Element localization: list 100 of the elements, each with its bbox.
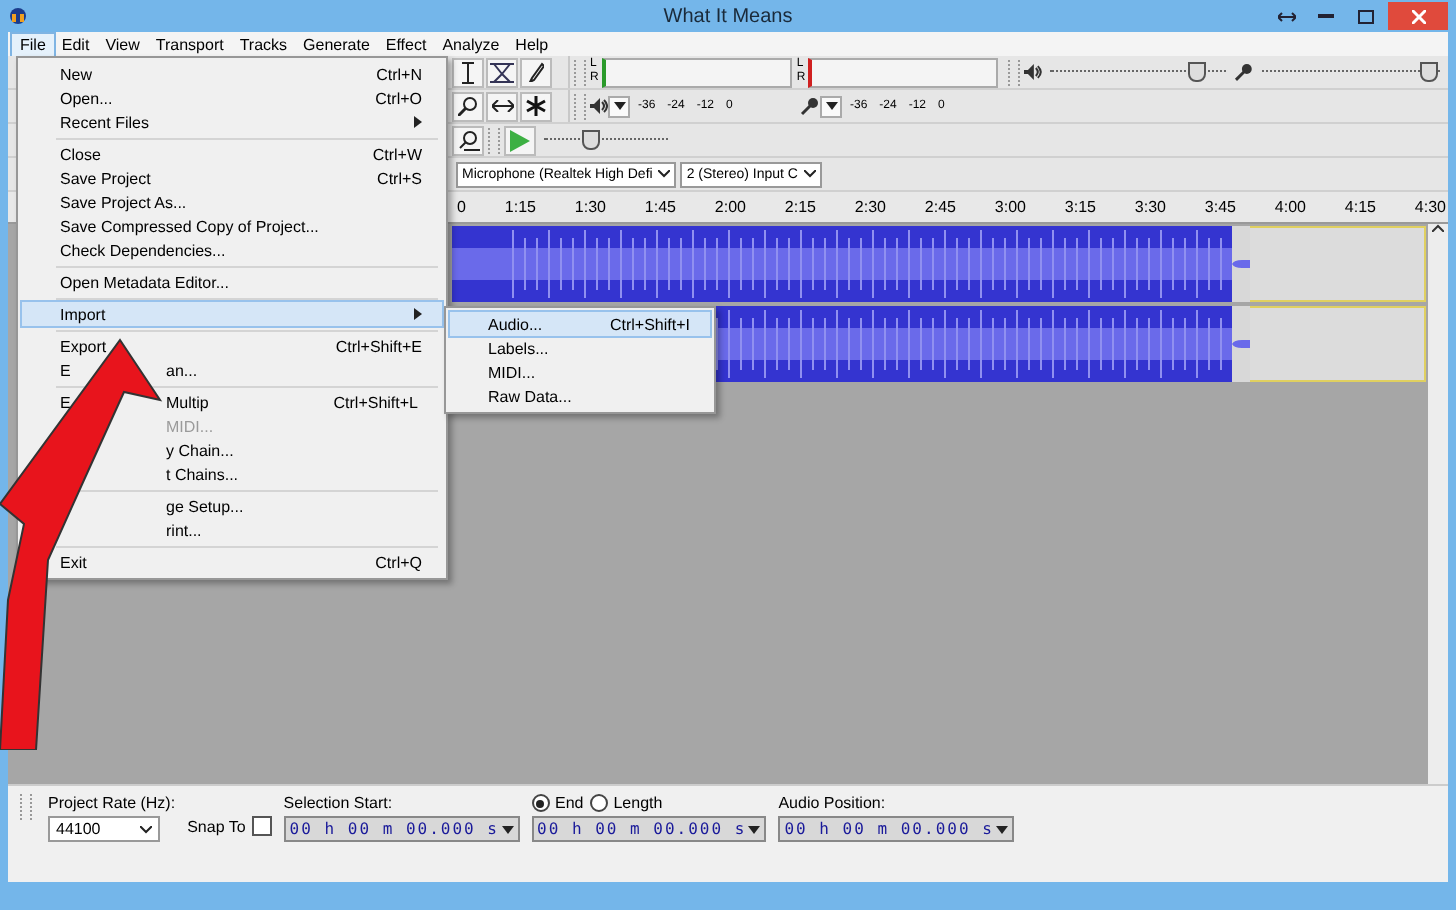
menu-item[interactable]: Close Ctrl+W [60, 142, 442, 166]
time-label: 1:45 [642, 198, 676, 216]
menu-title[interactable]: Generate [295, 33, 378, 55]
time-field[interactable]: 00 h 00 m 00.000 s [778, 816, 1014, 842]
close-icon [1411, 9, 1425, 23]
close-button[interactable] [1388, 2, 1448, 30]
menu-title[interactable]: Effect [377, 33, 435, 55]
envelope-tool-button[interactable] [486, 57, 518, 87]
selection-tool-button[interactable] [452, 57, 484, 87]
snap-to-checkbox[interactable] [251, 816, 272, 836]
menu-item[interactable]: Open Metadata Editor... [60, 270, 442, 294]
microphone-icon [1234, 62, 1255, 82]
envelope-tool-icon [490, 61, 514, 83]
scrollbar[interactable] [1428, 224, 1448, 784]
menu-item[interactable]: New Ctrl+N [60, 62, 442, 86]
menu-item[interactable]: ge Setup... [166, 494, 438, 518]
time-label: 4:30 [1412, 198, 1446, 216]
caret-icon [748, 825, 761, 833]
input-volume-slider[interactable] [1419, 62, 1438, 82]
menu-item[interactable]: Export Ctrl+Shift+E [60, 334, 442, 358]
menu-title[interactable]: File [12, 33, 54, 55]
radio-button[interactable] [531, 794, 549, 812]
time-label: 3:45 [1202, 198, 1236, 216]
project-rate-select[interactable]: 44100 [48, 816, 160, 842]
menu-item[interactable]: rint... [166, 518, 438, 542]
snap-to-label: Snap To [187, 817, 246, 835]
menu-title[interactable]: Edit [53, 33, 98, 55]
text-cursor-icon [462, 61, 474, 83]
chevron-icon [140, 825, 152, 833]
window-title: What It Means [663, 5, 793, 27]
speaker-icon [1023, 64, 1042, 80]
time-label: 2:00 [712, 198, 746, 216]
speaker-icon [590, 98, 608, 114]
time-label: 0 [455, 198, 466, 216]
maximize-icon [1358, 9, 1374, 23]
multi-tool-button[interactable] [520, 91, 552, 121]
time-label: 2:30 [852, 198, 886, 216]
menu-item[interactable]: Open... Ctrl+O [60, 86, 442, 110]
radio-button[interactable] [589, 794, 608, 812]
caret-icon [825, 102, 837, 110]
asterisk-icon [526, 96, 546, 116]
output-volume-slider[interactable] [1188, 62, 1207, 82]
menu-item-fragment: E [60, 393, 71, 411]
menu-title[interactable]: View [97, 33, 148, 55]
menu-item[interactable]: Audio... Ctrl+Shift+I [450, 312, 710, 336]
magnifier-icon [458, 96, 478, 116]
time-label: 4:15 [1342, 198, 1376, 216]
menu-title[interactable]: Tracks [231, 33, 296, 55]
play-icon [510, 129, 530, 151]
menu-title[interactable]: Help [507, 33, 557, 55]
caret-icon [995, 825, 1008, 833]
menu-title[interactable]: Transport [147, 33, 232, 55]
time-label: 1:15 [502, 198, 536, 216]
menu-item[interactable]: Recent Files [22, 110, 442, 134]
menu-item[interactable]: an... [166, 358, 438, 382]
draw-tool-button[interactable] [520, 57, 552, 87]
radio-label: Length [613, 794, 663, 812]
microphone-icon [800, 96, 820, 116]
magnifier-icon [457, 129, 479, 151]
time-field[interactable]: 00 h 00 m 00.000 s [283, 816, 519, 842]
resize-icon [1277, 11, 1295, 21]
zoom-tool-button[interactable] [452, 91, 484, 121]
menu-item[interactable]: Check Dependencies... [60, 238, 442, 262]
meter-dropdown[interactable] [820, 95, 842, 117]
app-icon [8, 6, 28, 26]
radio-label: End [555, 794, 584, 812]
menu-item[interactable]: Raw Data... [450, 384, 710, 408]
pencil-icon [528, 62, 544, 82]
meter-dropdown[interactable] [608, 95, 630, 117]
project-rate-label: Project Rate (Hz): [48, 794, 176, 812]
time-field[interactable]: 00 h 00 m 00.000 s [531, 816, 767, 842]
chevron-icon [658, 170, 671, 178]
caret-icon [501, 825, 513, 833]
double-arrow-icon [491, 100, 513, 112]
menu-item[interactable]: Save Project As... [60, 190, 442, 214]
time-label: 4:00 [1272, 198, 1306, 216]
menu-item[interactable]: MIDI... [450, 360, 710, 384]
play-speed-slider[interactable] [581, 130, 600, 150]
time-label: 2:15 [782, 198, 816, 216]
menu-item[interactable]: Exit Ctrl+Q [60, 550, 442, 574]
menu-item[interactable]: t Chains... [166, 462, 438, 486]
time-label: 3:00 [992, 198, 1026, 216]
selection-start-label: Selection Start: [283, 794, 393, 812]
time-label: 3:15 [1062, 198, 1096, 216]
submenu-arrow-icon [414, 308, 422, 320]
menu-item[interactable]: Save Project Ctrl+S [60, 166, 442, 190]
time-shift-tool-button[interactable] [486, 91, 518, 121]
scroll-up-icon [1432, 224, 1444, 232]
time-label: 2:45 [922, 198, 956, 216]
menu-title[interactable]: Analyze [434, 33, 508, 55]
caret-icon [613, 102, 625, 110]
menu-item-fragment: E [60, 361, 71, 379]
fit-zoom-button[interactable] [452, 125, 484, 155]
menu-item[interactable]: y Chain... [166, 438, 438, 462]
time-label: 1:30 [572, 198, 606, 216]
audio-position-label: Audio Position: [778, 794, 888, 812]
minimize-icon [1318, 14, 1334, 18]
submenu-arrow-icon [414, 116, 422, 128]
menu-item[interactable]: Import [22, 302, 442, 326]
menu-item[interactable]: Multip Ctrl+Shift+L [166, 390, 438, 414]
